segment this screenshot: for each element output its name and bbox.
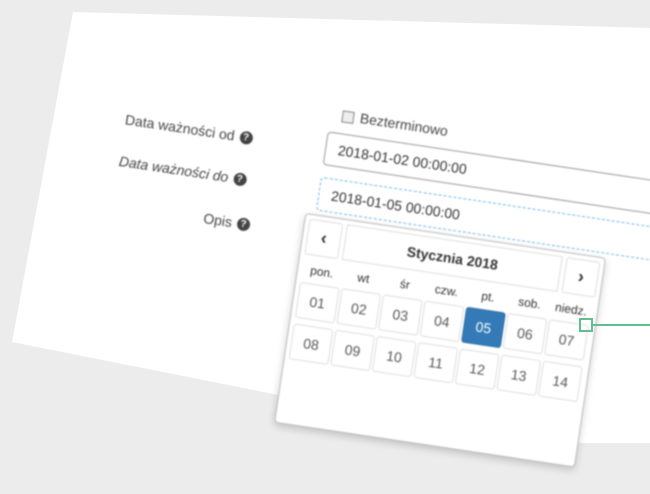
help-icon[interactable]: ? [235,217,251,233]
weekday-label: pon. [309,263,335,281]
day-cell[interactable]: 03 [377,294,423,336]
weekday-label: niedz. [554,299,588,319]
description-label: Opis [202,210,234,231]
description-label-row: Opis? [202,210,251,235]
day-cell[interactable]: 12 [454,348,500,390]
prev-month-button[interactable]: ‹ [304,218,344,260]
day-cell[interactable]: 01 [294,281,340,324]
day-cell[interactable]: 09 [330,329,376,372]
weekday-label: śr [398,276,411,293]
valid-from-label-row: Data ważności od? [124,111,254,148]
day-cell[interactable]: 11 [413,342,459,384]
form-area: Bezterminowo Data ważności od? 2018-01-0… [0,0,650,468]
weekday-label: pt. [480,288,496,305]
day-cell[interactable]: 02 [336,288,382,330]
highlight-marker [579,318,593,332]
indefinite-label: Bezterminowo [358,110,449,139]
day-cell[interactable]: 13 [496,354,542,396]
day-cell[interactable]: 14 [537,360,583,403]
valid-to-label: Data ważności do [117,152,230,186]
help-icon[interactable]: ? [232,172,248,187]
day-cell[interactable]: 10 [371,335,417,378]
day-cell[interactable]: 08 [288,323,334,365]
highlight-connector [593,324,650,326]
datepicker-popup: ‹ Stycznia 2018 › pon. wt śr czw. pt. so… [274,212,607,468]
rotated-form: Bezterminowo Data ważności od? 2018-01-0… [0,0,650,491]
next-month-button[interactable]: › [561,257,601,298]
day-cell[interactable]: 06 [502,312,548,355]
day-cell-selected[interactable]: 05 [461,306,506,349]
help-icon[interactable]: ? [238,130,254,146]
weekday-label: czw. [433,281,460,300]
valid-to-label-row: Data ważności do? [118,153,248,190]
valid-from-label: Data ważności od [124,111,236,144]
weekday-label: sob. [517,294,542,312]
day-cell[interactable]: 04 [419,300,465,343]
weekday-label: wt [356,270,371,287]
indefinite-checkbox[interactable] [341,110,355,124]
